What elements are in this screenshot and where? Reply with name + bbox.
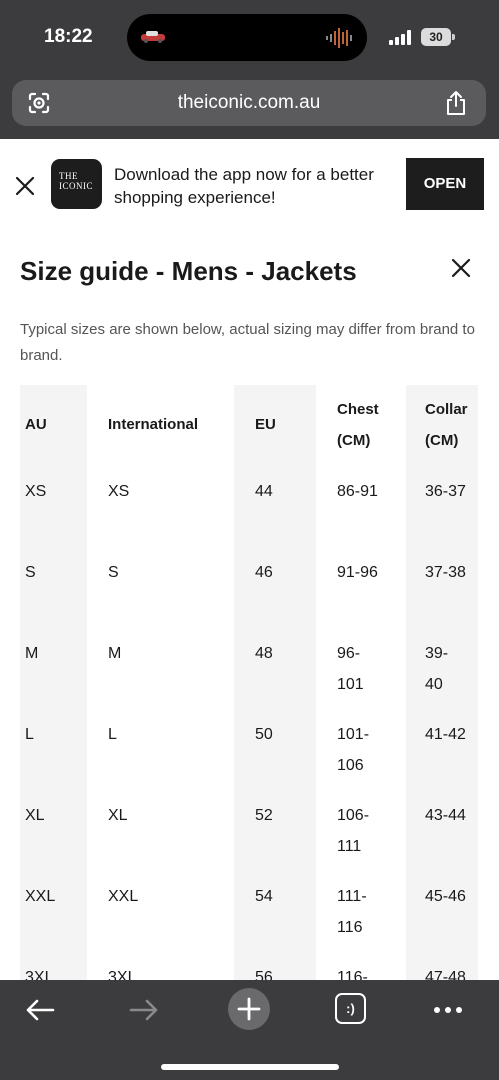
size-table: AU International EU Chest (CM) Collar (CM) XS XS… (0, 385, 499, 980)
new-tab-button[interactable] (228, 988, 270, 1030)
battery-tip (452, 34, 455, 40)
status-time: 18:22 (44, 26, 93, 47)
cell-chest-cont: 101 (337, 676, 364, 693)
banner-message: Download the app now for a better shoppi… (114, 165, 374, 207)
cell-collar: 36-37 (425, 483, 466, 500)
cell-chest-cont: 116 (337, 919, 363, 936)
cell-collar: 37-38 (425, 564, 466, 581)
cell-au: S (25, 564, 36, 581)
cell-international: XL (108, 807, 128, 824)
cell-au: XXL (25, 888, 56, 905)
modal-title: Size guide - Mens - Jackets (20, 256, 357, 286)
url-text[interactable]: theiconic.com.au (12, 92, 486, 114)
back-arrow-icon[interactable] (23, 993, 57, 1027)
cell-chest: 96- (337, 645, 361, 662)
cell-chest-cont: 111 (337, 838, 362, 855)
cell-au: 3XL (25, 969, 54, 980)
more-icon[interactable] (431, 993, 465, 1027)
cell-au: M (25, 645, 39, 662)
cell-international: S (108, 564, 119, 581)
audio-wave-icon (326, 28, 352, 48)
cell-chest: 91-96 (337, 564, 378, 581)
cell-au: XL (25, 807, 45, 824)
cell-collar: 39- (425, 645, 449, 662)
cell-chest-cont: 106 (337, 757, 364, 774)
cell-eu: 44 (255, 483, 273, 500)
cell-international: M (108, 645, 122, 662)
cell-eu: 46 (255, 564, 273, 581)
car-icon (141, 31, 165, 43)
battery-icon: 30 (421, 28, 451, 46)
cell-chest: 111- (337, 888, 367, 905)
cell-international: XXL (108, 888, 139, 905)
cell-au: L (25, 726, 34, 743)
close-icon[interactable] (451, 258, 471, 278)
cell-international: L (108, 726, 117, 743)
browser-top-bar: 18:22 30 theiconic.com.au (0, 0, 499, 139)
cell-international: XS (108, 483, 130, 500)
url-bar[interactable]: theiconic.com.au (12, 80, 486, 126)
header-chest-unit: (CM) (337, 432, 371, 449)
close-icon[interactable] (14, 175, 36, 197)
column-eu-background (234, 385, 316, 980)
header-chest: Chest (337, 401, 379, 418)
home-indicator (161, 1064, 339, 1070)
tabs-button[interactable]: :) (335, 993, 369, 1027)
header-international: International (108, 416, 199, 433)
app-download-banner: THE ICONIC Download the app now for a be… (0, 139, 499, 231)
header-au: AU (25, 416, 47, 433)
cell-chest: 106- (337, 807, 370, 824)
header-collar: Collar (425, 401, 468, 418)
header-collar-unit: (CM) (425, 432, 459, 449)
tabs-icon: :) (335, 993, 366, 1024)
share-icon[interactable] (444, 90, 468, 116)
cell-eu: 48 (255, 645, 273, 662)
cell-collar: 45-46 (425, 888, 466, 905)
cell-collar: 41-42 (425, 726, 466, 743)
app-logo: THE ICONIC (51, 159, 102, 209)
dynamic-island (127, 14, 367, 61)
forward-arrow-icon[interactable] (127, 993, 161, 1027)
cell-eu: 52 (255, 807, 273, 824)
cell-eu: 54 (255, 888, 273, 905)
open-app-button[interactable]: OPEN (406, 158, 484, 210)
signal-icon (389, 30, 411, 45)
cell-au: XS (25, 483, 47, 500)
cell-eu: 56 (255, 969, 273, 980)
cell-chest: 101- (337, 726, 370, 743)
plus-icon (237, 997, 261, 1021)
cell-eu: 50 (255, 726, 273, 743)
cell-collar-cont: 40 (425, 676, 443, 693)
modal-subtitle: Typical sizes are shown below, actual si… (20, 321, 475, 364)
header-eu: EU (255, 416, 276, 433)
cell-international: 3XL (108, 969, 137, 980)
cell-collar: 43-44 (425, 807, 466, 824)
cell-chest: 116- (337, 969, 368, 980)
cell-collar: 47-48 (425, 969, 466, 980)
cell-chest: 86-91 (337, 483, 378, 500)
